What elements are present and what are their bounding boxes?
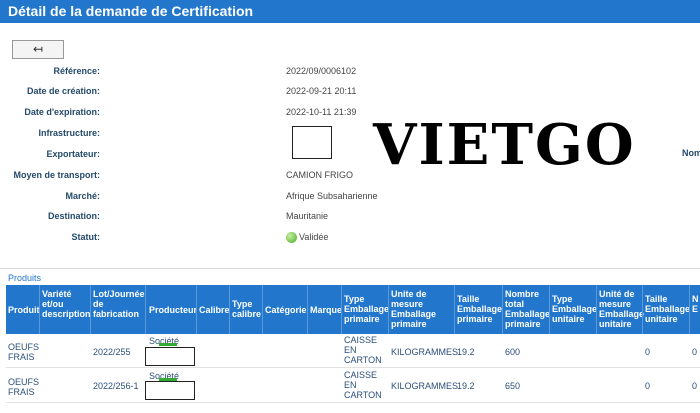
col-producteur[interactable]: Producteur	[149, 305, 197, 315]
column-divider	[549, 285, 550, 334]
column-divider	[90, 285, 91, 334]
cell-taille-emb-unit: 0	[645, 347, 651, 357]
redacted-box	[145, 381, 195, 400]
cell-taille-emb-unit: 0	[645, 381, 651, 391]
col-taille-emb-unit[interactable]: Taille Emballage unitaire	[645, 294, 690, 324]
page-header: Détail de la demande de Certification	[0, 0, 700, 23]
col-marque[interactable]: Marque	[310, 305, 342, 315]
col-lot[interactable]: Lot/Journée de fabrication	[93, 289, 145, 319]
cell-lot: 2022/256-1	[93, 381, 139, 391]
cell-nombre-total: 600	[505, 347, 521, 357]
statut-label: Statut:	[71, 232, 101, 242]
status-badge: Validée	[299, 232, 329, 242]
cell-unite-emb-prim: KILOGRAMMES	[391, 347, 459, 357]
column-divider	[262, 285, 263, 334]
cell-taille-emb-prim: 19.2	[457, 347, 475, 357]
col-produit[interactable]: Produit	[8, 305, 40, 315]
destination-label: Destination:	[47, 211, 100, 221]
table-row[interactable]: OEUFS FRAIS 2022/255 Société CAISSE EN C…	[6, 334, 700, 368]
col-unite-emb-unit[interactable]: Unité de mesure Emballage unitaire	[599, 289, 644, 329]
table-header: Produit Variété et/ou description Lot/Jo…	[6, 285, 700, 334]
marche-value: Afrique Subsaharienne	[286, 191, 378, 201]
destination-value: Mauritanie	[286, 211, 329, 221]
redacted-box	[145, 347, 195, 366]
date-expiration-label: Date d'expiration:	[24, 107, 100, 117]
column-divider	[388, 285, 389, 334]
cell-produit: OEUFS FRAIS	[8, 342, 40, 362]
detail-row-date-creation: Date de création: 2022-09-21 20:11	[0, 86, 520, 100]
status-check-icon	[286, 232, 297, 244]
column-divider	[341, 285, 342, 334]
col-categorie[interactable]: Catégorie	[265, 305, 307, 315]
date-creation-value: 2022-09-21 20:11	[286, 86, 357, 96]
divider	[0, 268, 700, 269]
col-type-calibre[interactable]: Type calibre	[232, 299, 261, 319]
cell-taille-emb-prim: 19.2	[457, 381, 475, 391]
detail-row-marche: Marché: Afrique Subsaharienne	[0, 191, 520, 205]
col-type-emb-prim[interactable]: Type Emballage primaire	[344, 294, 390, 324]
column-divider	[145, 285, 146, 334]
col-type-emb-unit[interactable]: Type Emballage unitaire	[552, 294, 598, 324]
column-divider	[307, 285, 308, 334]
marche-label: Marché:	[65, 191, 100, 201]
column-divider	[39, 285, 40, 334]
cell-nombre-total: 650	[505, 381, 521, 391]
back-button[interactable]: ↤	[12, 40, 64, 59]
col-unite-emb-prim[interactable]: Unite de mesure Emballage primaire	[391, 289, 453, 329]
moyen-transport-value: CAMION FRIGO	[286, 170, 353, 180]
column-divider	[229, 285, 230, 334]
col-taille-emb-prim[interactable]: Taille Emballage primaire	[457, 294, 503, 324]
col-cut[interactable]: N E	[692, 294, 700, 314]
detail-row-statut: Statut: Validée	[0, 232, 520, 246]
date-creation-label: Date de création:	[26, 86, 100, 96]
column-divider	[642, 285, 643, 334]
cut-off-label: Nom	[682, 148, 700, 158]
exportateur-label: Exportateur:	[46, 149, 100, 159]
cell-unite-emb-prim: KILOGRAMMES	[391, 381, 459, 391]
column-divider	[454, 285, 455, 334]
col-calibre[interactable]: Calibre	[199, 305, 230, 315]
date-expiration-value: 2022-10-11 21:39	[286, 107, 357, 117]
cell-cut: 0	[692, 381, 698, 391]
infrastructure-label: Infrastructure:	[38, 128, 100, 138]
cell-type-emb-prim: CAISSE EN CARTON	[344, 370, 382, 400]
col-variete[interactable]: Variété et/ou description	[42, 289, 91, 319]
cell-produit: OEUFS FRAIS	[8, 377, 40, 397]
cell-lot: 2022/255	[93, 347, 131, 357]
page-title: Détail de la demande de Certification	[8, 3, 254, 19]
watermark-logo: VIETGO	[373, 112, 636, 178]
col-nombre-total[interactable]: Nombre total Emballage primaire	[505, 289, 551, 329]
green-mark	[159, 343, 177, 346]
reference-value: 2022/09/0006102	[286, 66, 357, 76]
cell-type-emb-prim: CAISSE EN CARTON	[344, 335, 382, 365]
column-divider	[596, 285, 597, 334]
column-divider	[689, 285, 690, 334]
back-arrow-icon: ↤	[32, 42, 44, 56]
column-divider	[196, 285, 197, 334]
moyen-transport-label: Moyen de transport:	[13, 170, 100, 180]
table-row[interactable]: OEUFS FRAIS 2022/256-1 Société CAISSE EN…	[6, 369, 700, 403]
cell-cut: 0	[692, 347, 698, 357]
products-heading: Produits	[8, 273, 42, 283]
detail-row-destination: Destination: Mauritanie	[0, 211, 520, 225]
reference-label: Référence:	[53, 66, 100, 76]
column-divider	[502, 285, 503, 334]
statut-value: Validée	[286, 232, 329, 244]
detail-row-reference: Référence: 2022/09/0006102	[0, 66, 520, 80]
